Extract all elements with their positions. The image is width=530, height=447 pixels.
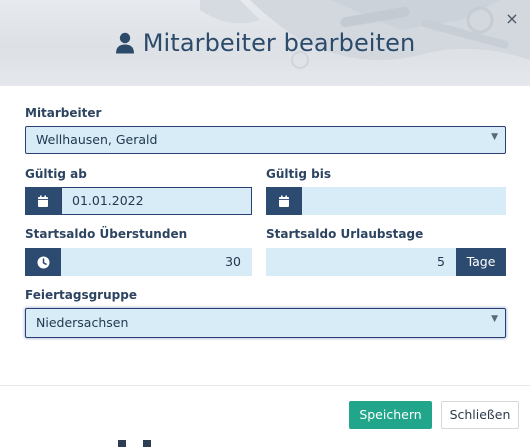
background-table-peek	[0, 440, 530, 447]
employee-select-value: Wellhausen, Gerald	[36, 132, 158, 147]
chevron-down-icon: ▼	[491, 314, 498, 324]
valid-to-input[interactable]	[302, 187, 506, 215]
vacation-start-label: Startsaldo Urlaubstage	[266, 227, 424, 241]
close-icon[interactable]: ×	[504, 11, 520, 27]
vacation-unit-addon: Tage	[456, 248, 506, 276]
edit-employee-dialog: Mitarbeiter bearbeiten × Mitarbeiter Wel…	[0, 0, 530, 447]
holiday-group-select[interactable]: Niedersachsen ▼	[25, 308, 506, 338]
dialog-title: Mitarbeiter bearbeiten	[142, 29, 416, 57]
background-marker	[118, 440, 126, 447]
employee-label: Mitarbeiter	[25, 106, 102, 120]
clock-addon	[25, 248, 61, 276]
valid-from-input[interactable]: 01.01.2022	[61, 187, 252, 215]
chevron-down-icon: ▼	[491, 132, 498, 142]
employee-select[interactable]: Wellhausen, Gerald ▼	[25, 126, 506, 154]
overtime-start-input[interactable]: 30	[61, 248, 252, 276]
user-icon	[115, 32, 134, 54]
valid-to-calendar-button[interactable]	[266, 187, 302, 215]
background-marker	[143, 440, 151, 447]
dialog-header: Mitarbeiter bearbeiten ×	[0, 0, 530, 86]
close-button[interactable]: Schließen	[441, 401, 519, 429]
overtime-start-label: Startsaldo Überstunden	[25, 227, 188, 241]
holiday-group-label: Feiertagsgruppe	[25, 288, 137, 302]
calendar-icon	[38, 195, 48, 207]
valid-to-label: Gültig bis	[266, 167, 331, 181]
valid-from-calendar-button[interactable]	[25, 187, 61, 215]
clock-icon	[37, 256, 49, 268]
holiday-group-select-value: Niedersachsen	[36, 315, 129, 330]
save-button[interactable]: Speichern	[349, 401, 432, 429]
dialog-title-row: Mitarbeiter bearbeiten	[0, 26, 530, 60]
calendar-icon	[279, 195, 289, 207]
vacation-start-input[interactable]: 5	[266, 248, 456, 276]
valid-from-label: Gültig ab	[25, 167, 87, 181]
